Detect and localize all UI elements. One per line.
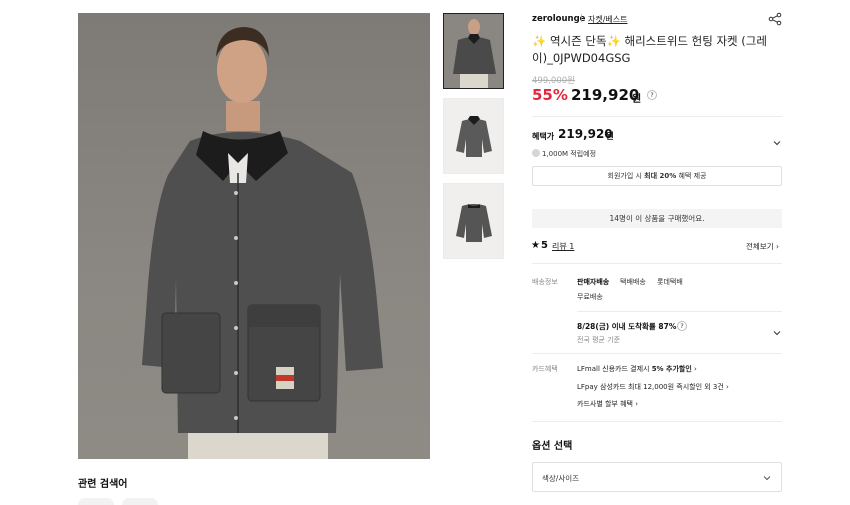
related-search-chip[interactable] [78, 498, 114, 505]
discount-rate: 55% [532, 86, 568, 104]
price-unit: 원 [632, 94, 642, 105]
price-question-icon[interactable]: ? [647, 90, 657, 100]
delivery-eta-basis: 전국 평균 기준 [577, 336, 621, 344]
shipping-label: 배송정보 [532, 278, 558, 286]
share-icon[interactable] [768, 12, 782, 26]
thumbnail-1[interactable] [443, 13, 504, 89]
member-benefit-banner[interactable]: 회원가입 시 최대 20% 혜택 제공 [532, 166, 782, 186]
sale-price: 219,920 [571, 86, 640, 104]
breadcrumb-separator: | [580, 13, 583, 22]
card-benefit-installment[interactable]: 카드사별 할부 혜택 › [577, 399, 638, 409]
divider [532, 263, 782, 264]
card-benefit-lfpay[interactable]: LFpay 삼성카드 최대 12,000원 즉시할인 외 3건 › [577, 382, 729, 392]
points-icon [532, 149, 540, 157]
benefit-price: 219,920 [558, 127, 613, 141]
rating-score: 5 [541, 240, 548, 251]
option-select-dropdown[interactable]: 색상/사이즈 [532, 462, 782, 492]
buyers-count-banner: 14명이 이 상품을 구매했어요. [532, 209, 782, 228]
card-benefit-lfmall[interactable]: LFmall 신용카드 결제시 5% 추가할인 › [577, 364, 697, 374]
thumbnail-2[interactable] [443, 98, 504, 174]
eta-question-icon[interactable]: ? [677, 321, 687, 331]
product-title: ✨ 역시즌 단독✨ 해리스트위드 헌팅 자켓 (그레이)_0JPWD04GSG [532, 34, 767, 65]
review-view-all-link[interactable]: 전체보기 › [746, 241, 779, 252]
star-icon: ★ [531, 240, 540, 251]
shipping-fee: 무료배송 [577, 293, 603, 301]
chevron-down-icon[interactable] [773, 329, 781, 337]
model-jacket-illustration [142, 27, 383, 459]
related-search-title: 관련 검색어 [78, 479, 128, 490]
divider [577, 311, 782, 312]
product-main-image[interactable] [78, 13, 430, 459]
chevron-down-icon[interactable] [773, 139, 781, 147]
thumbnail-3[interactable] [443, 183, 504, 259]
divider [532, 353, 782, 354]
benefit-price-unit: 원 [606, 132, 614, 142]
shipping-tag-seller: 판매자배송 [577, 278, 610, 286]
divider [532, 421, 782, 422]
related-search-chip[interactable] [122, 498, 158, 505]
card-benefit-label: 카드혜택 [532, 365, 558, 373]
original-price: 499,000원 [532, 76, 575, 86]
points-expected: 1,000M 적립예정 [542, 150, 597, 158]
review-count-link[interactable]: 리뷰 1 [552, 241, 574, 252]
chevron-down-icon [763, 476, 771, 481]
shipping-tag-courier: 택배배송 [620, 278, 646, 286]
delivery-eta: 8/28(금) 이내 도착확률 87% [577, 322, 677, 331]
shipping-tag-carrier: 롯데택배 [657, 278, 683, 286]
breadcrumb-category[interactable]: 자켓/베스트 [588, 14, 628, 25]
brand-name[interactable]: zerolounge [532, 14, 585, 24]
benefit-price-label: 혜택가 [532, 132, 555, 141]
option-title: 옵션 선택 [532, 441, 573, 452]
divider [532, 116, 782, 117]
